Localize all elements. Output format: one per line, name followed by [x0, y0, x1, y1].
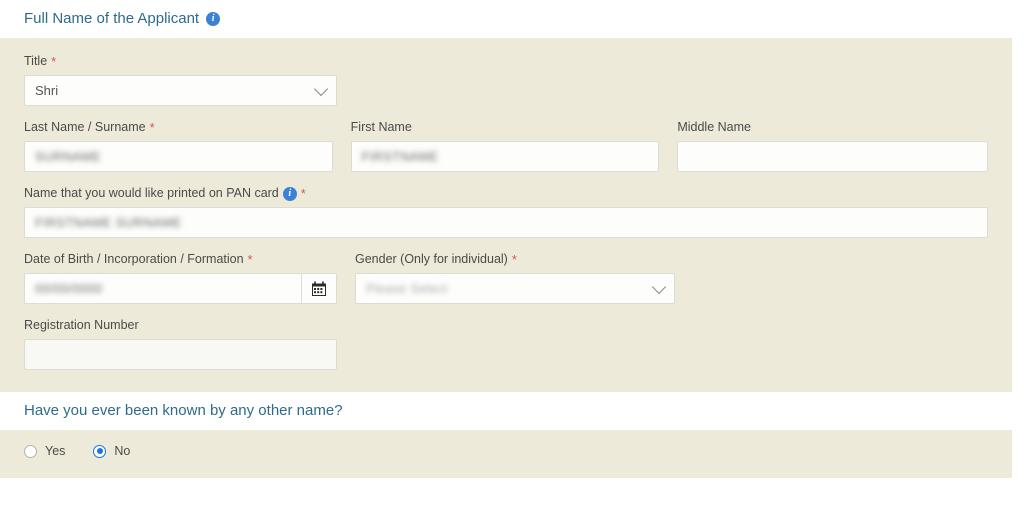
- page-title: Full Name of the Applicant: [24, 10, 200, 27]
- last-name-input[interactable]: SURNAME: [24, 141, 333, 172]
- required-asterisk: *: [247, 251, 253, 267]
- pan-card-name-value: FIRSTNAME SURNAME: [35, 215, 182, 230]
- form-row-pan-name: Name that you would like printed on PAN …: [0, 186, 1012, 238]
- applicant-name-panel: Title * Shri Last Name / Surname * SURNAME…: [0, 38, 1012, 392]
- label-gender: Gender (Only for individual) *: [355, 251, 517, 267]
- info-icon[interactable]: i: [206, 12, 221, 26]
- radio-option-no[interactable]: No: [93, 444, 130, 458]
- field-registration-number: Registration Number: [24, 318, 337, 370]
- radio-option-yes[interactable]: Yes: [24, 444, 65, 458]
- other-name-panel: Yes No: [0, 430, 1012, 478]
- form-row-registration: Registration Number: [0, 318, 1012, 370]
- last-name-value: SURNAME: [35, 149, 102, 164]
- title-select-value: Shri: [35, 83, 59, 98]
- radio-group-known-other-name: Yes No: [0, 444, 1012, 458]
- gender-select-value: Please Select: [366, 281, 448, 296]
- field-date-of-birth: Date of Birth / Incorporation / Formatio…: [24, 252, 337, 304]
- form-row-title: Title * Shri: [0, 54, 1012, 106]
- form-row-dob-gender: Date of Birth / Incorporation / Formatio…: [0, 252, 1012, 304]
- field-gender: Gender (Only for individual) * Please Sel…: [355, 252, 675, 304]
- other-name-question: Have you ever been known by any other na…: [24, 402, 343, 419]
- field-last-name: Last Name / Surname * SURNAME: [24, 120, 333, 172]
- required-asterisk: *: [300, 185, 306, 201]
- chevron-down-icon: [313, 81, 329, 96]
- label-pan-card-name: Name that you would like printed on PAN …: [24, 185, 306, 201]
- field-middle-name: Middle Name: [677, 120, 988, 172]
- field-pan-card-name: Name that you would like printed on PAN …: [24, 186, 988, 238]
- first-name-value: FIRSTNAME: [361, 149, 439, 164]
- info-icon[interactable]: i: [282, 186, 297, 201]
- calendar-icon[interactable]: [301, 273, 337, 304]
- radio-yes-label: Yes: [45, 444, 66, 458]
- label-last-name: Last Name / Surname *: [24, 119, 155, 135]
- date-of-birth-value: 00/00/0000: [35, 281, 103, 296]
- gender-select[interactable]: Please Select: [355, 273, 675, 304]
- form-row-names: Last Name / Surname * SURNAME First Name …: [0, 120, 1012, 172]
- required-asterisk: *: [511, 251, 517, 267]
- required-asterisk: *: [149, 119, 155, 135]
- radio-no-label: No: [114, 444, 131, 458]
- date-of-birth-input[interactable]: 00/00/0000: [24, 273, 301, 304]
- required-asterisk: *: [51, 53, 57, 69]
- middle-name-input[interactable]: [677, 141, 988, 172]
- label-date-of-birth: Date of Birth / Incorporation / Formatio…: [24, 251, 253, 267]
- registration-number-input[interactable]: [24, 339, 337, 370]
- title-select[interactable]: Shri: [24, 75, 337, 106]
- label-title: Title *: [24, 53, 57, 69]
- radio-no-indicator[interactable]: [93, 444, 107, 458]
- section-header-full-name: Full Name of the Applicant i: [0, 0, 1024, 38]
- pan-card-name-input[interactable]: FIRSTNAME SURNAME: [24, 207, 988, 238]
- label-registration-number: Registration Number: [24, 318, 139, 332]
- section-header-other-name: Have you ever been known by any other na…: [0, 392, 1024, 430]
- label-first-name: First Name: [350, 120, 412, 134]
- field-title: Title * Shri: [24, 54, 337, 106]
- chevron-down-icon: [651, 279, 667, 294]
- field-first-name: First Name FIRSTNAME: [350, 120, 660, 172]
- label-middle-name: Middle Name: [677, 120, 751, 134]
- first-name-input[interactable]: FIRSTNAME: [350, 141, 660, 172]
- date-of-birth-group: 00/00/0000: [24, 273, 337, 304]
- radio-yes-indicator[interactable]: [24, 444, 37, 458]
